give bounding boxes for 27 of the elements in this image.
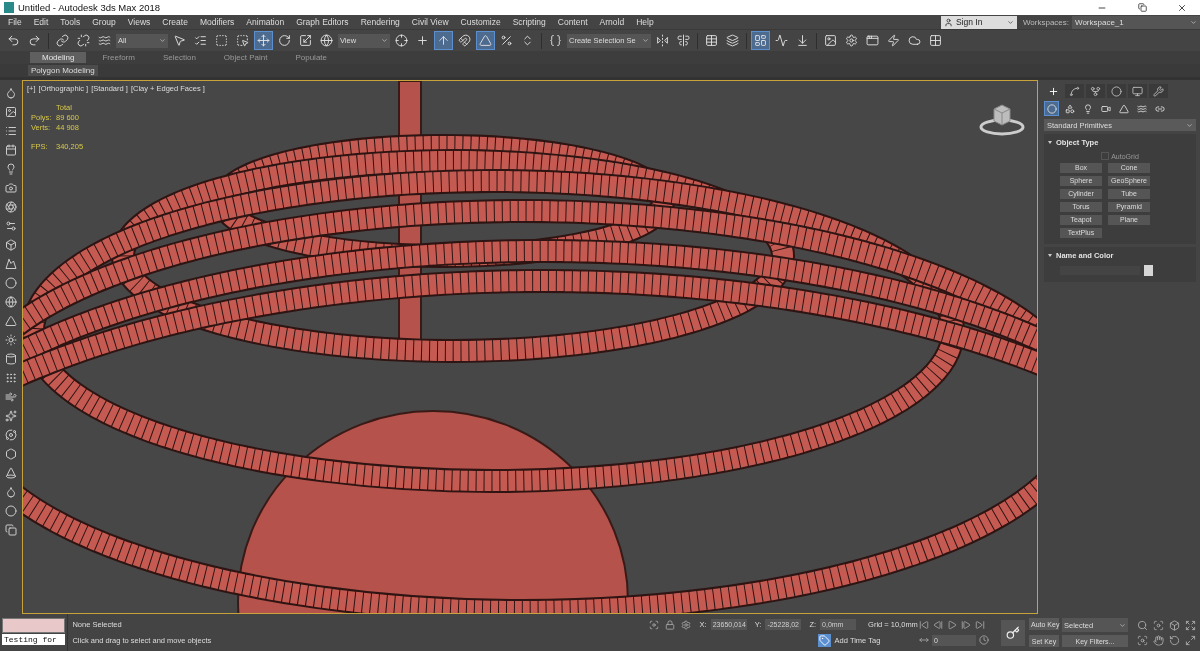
ribbon-tab[interactable]: Object Paint (211, 52, 280, 63)
menu-item[interactable]: File (2, 17, 28, 27)
listener-field[interactable]: Testing for (2, 634, 66, 645)
ribbon-panel-label[interactable]: Polygon Modeling (28, 65, 98, 76)
menu-item[interactable]: Create (156, 17, 194, 27)
sign-in-dropdown[interactable]: Sign In (940, 15, 1017, 29)
ribbon-tab[interactable]: Selection (150, 52, 208, 63)
menu-item[interactable]: Customize (454, 17, 507, 27)
menu-item[interactable]: Scripting (506, 17, 552, 27)
menu-item[interactable]: Group (86, 17, 122, 27)
ribbon-tab[interactable]: Freeform (90, 52, 147, 63)
ribbon-tab[interactable]: Populate (283, 52, 339, 63)
menu-item[interactable]: Rendering (354, 17, 406, 27)
menu-item[interactable]: Animation (240, 17, 291, 27)
menu-item[interactable]: Arnold (593, 17, 631, 27)
workspace-dropdown[interactable]: Workspace_1 (1072, 15, 1200, 29)
menu-item[interactable]: Content (551, 17, 594, 27)
menu-item[interactable]: Edit (27, 17, 55, 27)
menu-item[interactable]: Graph Editors (290, 17, 355, 27)
menu-item[interactable]: Civil View (405, 17, 455, 27)
menu-item[interactable]: Views (121, 17, 157, 27)
ribbon-tab[interactable]: Modeling (30, 52, 87, 63)
menu-item[interactable]: Modifiers (193, 17, 241, 27)
window-title: Untitled - Autodesk 3ds Max 2018 (18, 2, 162, 13)
workspaces-label: Workspaces: (1022, 17, 1069, 27)
menu-item[interactable]: Tools (54, 17, 87, 27)
menu-item[interactable]: Help (630, 17, 660, 27)
